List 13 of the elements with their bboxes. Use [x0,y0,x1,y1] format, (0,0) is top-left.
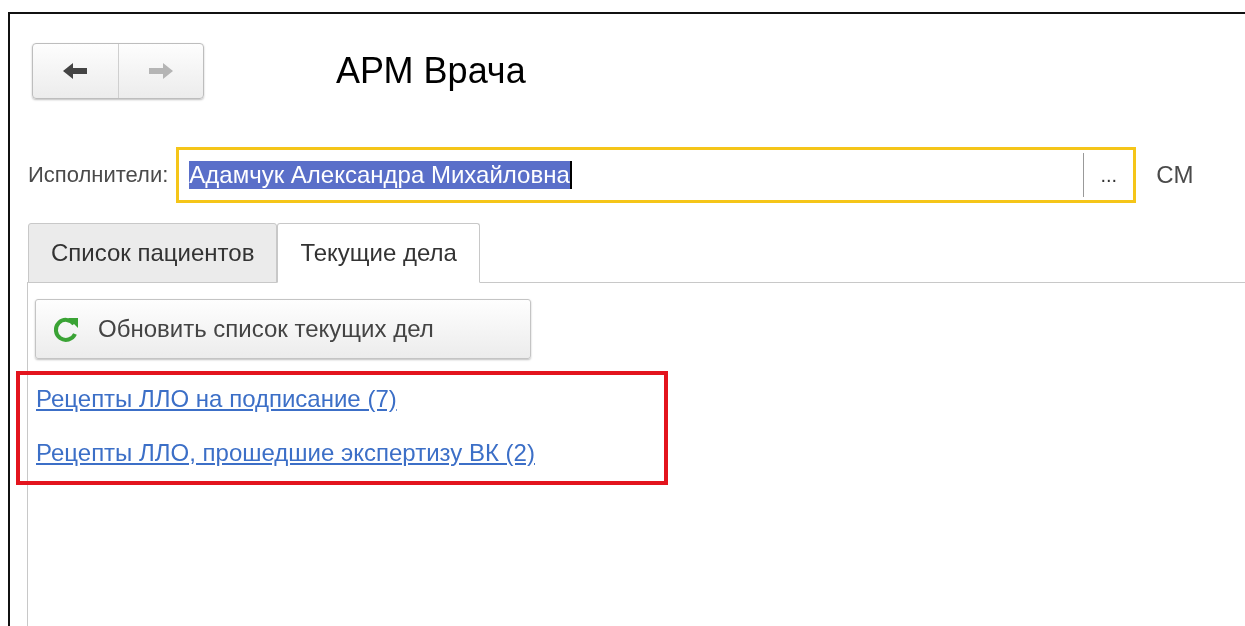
tab[interactable]: Список пациентов [28,223,278,283]
tab[interactable]: Текущие дела [277,223,480,283]
field-label: СМ [1156,161,1194,189]
window-title: АРМ Врача [336,50,526,92]
task-link[interactable]: Рецепты ЛЛО, прошедшие экспертизу ВК (2) [36,439,535,467]
refresh-button[interactable]: Обновить список текущих дел [35,299,531,359]
task-link[interactable]: Рецепты ЛЛО на подписание (7) [36,385,397,413]
performer-field[interactable]: Адамчук Александра Михайловна ... [176,147,1137,203]
refresh-icon [52,315,80,343]
forward-arrow-icon [146,61,175,81]
field-value: Адамчук Александра Михайловна [189,161,572,189]
back-arrow-icon [61,61,90,81]
field-label: Исполнители: [28,162,169,188]
